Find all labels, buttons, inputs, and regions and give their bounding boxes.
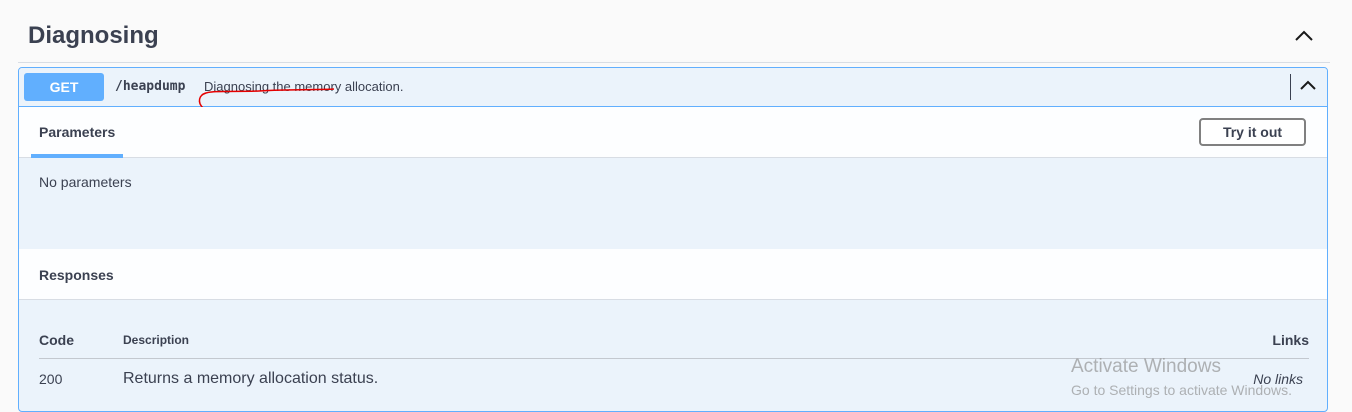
tag-section-header[interactable]: Diagnosing	[18, 10, 1330, 63]
endpoint-path: /heapdump	[115, 79, 186, 94]
tag-title: Diagnosing	[28, 22, 159, 49]
column-header-links: Links	[1272, 332, 1309, 348]
response-description: Returns a memory allocation status.	[123, 370, 379, 387]
parameters-header: Parameters Try it out	[19, 107, 1327, 158]
response-code: 200	[39, 371, 63, 387]
no-parameters-text: No parameters	[39, 174, 132, 190]
operation-summary[interactable]: GET /heapdump Diagnosing the memory allo…	[19, 68, 1327, 117]
summary-divider	[1290, 74, 1291, 100]
column-header-description: Description	[123, 333, 190, 347]
responses-title: Responses	[39, 267, 114, 283]
responses-header: Responses	[19, 249, 1327, 300]
column-header-code: Code	[39, 332, 74, 348]
tab-parameters-label: Parameters	[39, 124, 116, 140]
response-links: No links	[1253, 371, 1303, 387]
active-tab-indicator	[31, 154, 123, 158]
try-it-out-button[interactable]: Try it out	[1199, 118, 1306, 146]
chevron-up-icon[interactable]	[1292, 24, 1316, 48]
operation-summary-text: Diagnosing the memory allocation.	[204, 79, 404, 94]
table-header-divider	[39, 358, 1309, 359]
operation-block: GET /heapdump Diagnosing the memory allo…	[18, 67, 1328, 412]
chevron-up-icon[interactable]	[1297, 75, 1319, 97]
tab-parameters[interactable]: Parameters	[31, 107, 123, 158]
http-method-badge: GET	[24, 73, 104, 101]
